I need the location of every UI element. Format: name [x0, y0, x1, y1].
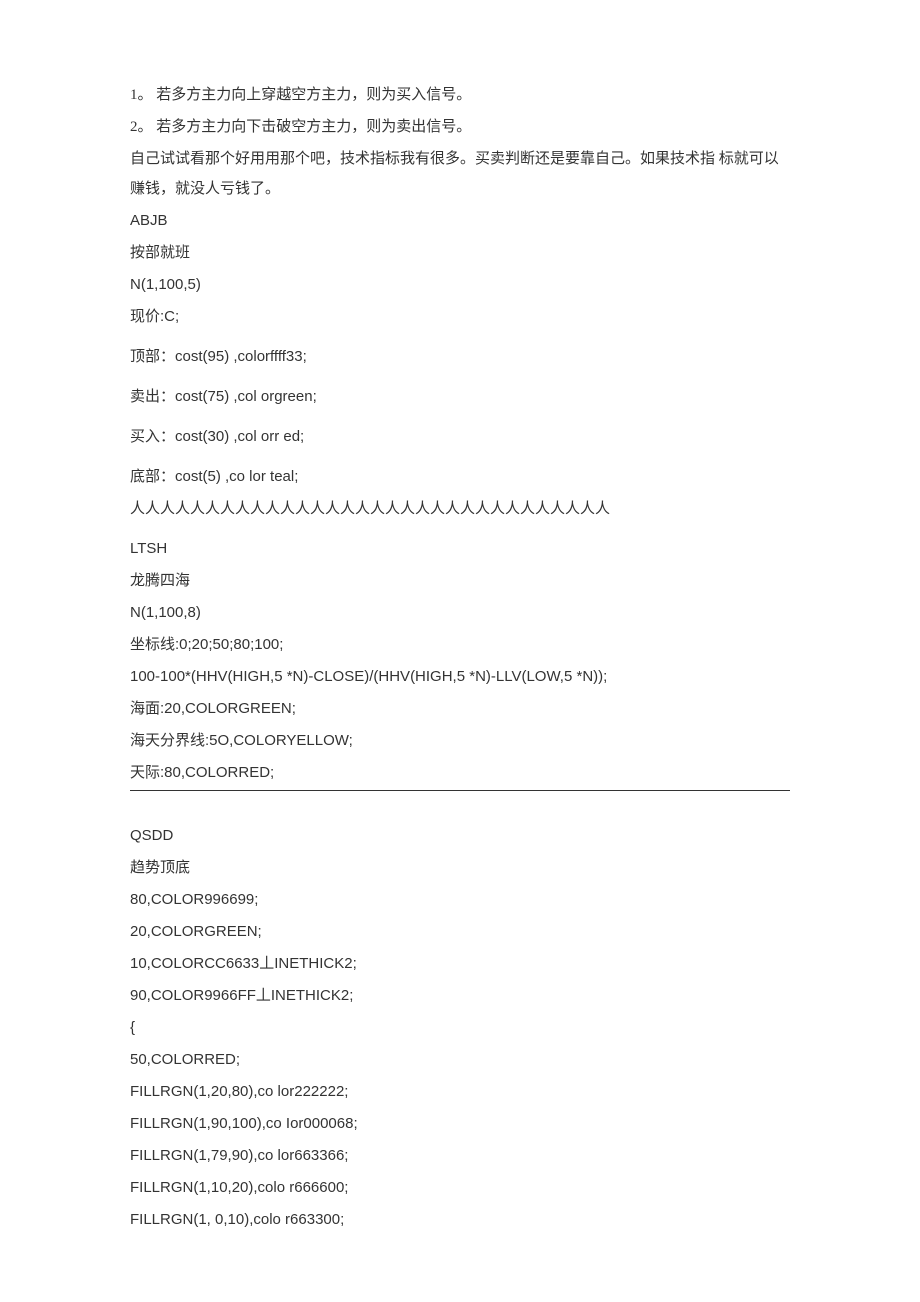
text-line-5: N(1,100,5) [130, 270, 790, 300]
text-line-17: 海面:20,COLORGREEN; [130, 694, 790, 724]
text-line-0: 1。 若多方主力向上穿越空方主力，则为买入信号。 [130, 80, 790, 110]
text-line-8: 卖出：cost(75) ,col orgreen; [130, 382, 790, 412]
text-line-18: 海天分界线:5O,COLORYELLOW; [130, 726, 790, 756]
text-line-7: 顶部：cost(95) ,colorffff33; [130, 342, 790, 372]
text-line-25: 90,COLOR9966FF丄INETHICK2; [130, 981, 790, 1011]
text-line-23: 20,COLORGREEN; [130, 917, 790, 947]
document-body: 1。 若多方主力向上穿越空方主力，则为买入信号。2。 若多方主力向下击破空方主力… [130, 80, 790, 1235]
text-line-30: FILLRGN(1,79,90),co lor663366; [130, 1141, 790, 1171]
text-line-19: 天际:80,COLORRED; [130, 758, 790, 791]
text-line-1: 2。 若多方主力向下击破空方主力，则为卖出信号。 [130, 112, 790, 142]
text-line-15: 坐标线:0;20;50;80;100; [130, 630, 790, 660]
text-line-26: { [130, 1013, 790, 1043]
text-line-2: 自己试试看那个好用用那个吧，技术指标我有很多。买卖判断还是要靠自己。如果技术指 … [130, 144, 790, 204]
text-line-29: FILLRGN(1,90,100),co Ior000068; [130, 1109, 790, 1139]
text-line-32: FILLRGN(1, 0,10),colo r663300; [130, 1205, 790, 1235]
text-line-24: 10,COLORCC6633丄INETHICK2; [130, 949, 790, 979]
text-line-21: 趋势顶底 [130, 853, 790, 883]
text-line-31: FILLRGN(1,10,20),colo r666600; [130, 1173, 790, 1203]
text-line-20: QSDD [130, 821, 790, 851]
text-line-11: 人人人人人人人人人人人人人人人人人人人人人人人人人人人人人人人人 [130, 494, 790, 524]
text-line-28: FILLRGN(1,20,80),co lor222222; [130, 1077, 790, 1107]
text-line-4: 按部就班 [130, 238, 790, 268]
text-line-13: 龙腾四海 [130, 566, 790, 596]
text-line-22: 80,COLOR996699; [130, 885, 790, 915]
text-line-27: 50,COLORRED; [130, 1045, 790, 1075]
text-line-9: 买入：cost(30) ,col orr ed; [130, 422, 790, 452]
text-line-16: 100-100*(HHV(HIGH,5 *N)-CLOSE)/(HHV(HIGH… [130, 662, 790, 692]
text-line-14: N(1,100,8) [130, 598, 790, 628]
text-line-6: 现价:C; [130, 302, 790, 332]
text-line-12: LTSH [130, 534, 790, 564]
text-line-10: 底部：cost(5) ,co lor teal; [130, 462, 790, 492]
text-line-3: ABJB [130, 206, 790, 236]
